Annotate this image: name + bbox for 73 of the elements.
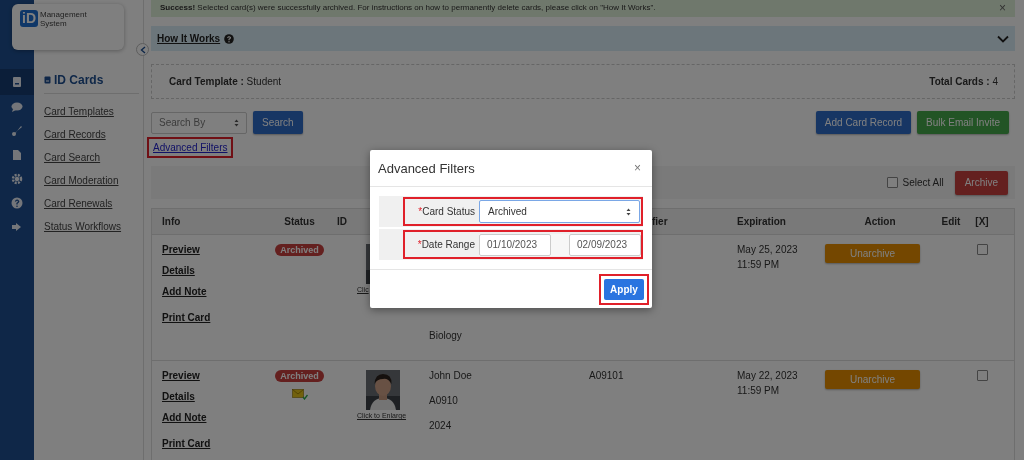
column-header: Status <box>283 216 316 227</box>
field-label: *Card Status <box>417 206 476 217</box>
select-all-checkbox[interactable] <box>886 177 898 188</box>
expiration-cell-text: 11:59 PM <box>737 385 781 396</box>
action-button[interactable]: Add Card Record <box>815 111 912 134</box>
expiration-cell-text: 11:59 PM <box>737 259 781 270</box>
nav-link[interactable]: Card Moderation <box>44 175 143 186</box>
column-header: [X] <box>974 216 990 227</box>
status-badge: Archived <box>275 244 324 256</box>
help-icon <box>11 197 23 209</box>
document-icon <box>11 149 23 161</box>
identifier-cell: A09101 <box>589 370 624 381</box>
card-detail: A0910 <box>429 395 459 406</box>
row-link[interactable]: Preview <box>162 244 262 255</box>
chevron-left-icon <box>139 45 146 54</box>
column-header: Edit <box>940 216 962 227</box>
chat-icon <box>11 101 23 113</box>
logo-mark: iD <box>20 10 38 27</box>
nav-link[interactable]: Card Templates <box>44 106 143 117</box>
card-status-select[interactable]: Archived <box>479 200 640 223</box>
status-badge: Archived <box>275 370 324 382</box>
logo-text: System <box>40 19 68 28</box>
close-button[interactable]: × <box>634 161 641 175</box>
collapse-button[interactable] <box>136 43 149 56</box>
expiration-cell-text: May 22, 2023 <box>737 370 799 381</box>
column-header: Action <box>863 216 897 227</box>
column-header: ID <box>337 216 348 227</box>
sort-arrows-icon <box>234 118 239 127</box>
action-button[interactable]: Bulk Email Invite <box>917 111 1009 134</box>
archive-button[interactable]: Archive <box>954 170 1008 195</box>
alert-message: Success! Selected card(s) were successfully archived. For instructions on how to permanently delete cards, please click on "How It Works". <box>160 3 657 12</box>
select-all-label: Select All <box>902 177 944 188</box>
row-link[interactable]: Print Card <box>162 438 262 449</box>
field-label: *Date Range <box>416 239 476 250</box>
card-detail: John Doe <box>429 370 473 381</box>
help-icon <box>224 33 235 44</box>
date-field[interactable]: 01/10/2023 <box>479 233 551 256</box>
card-detail: Biology <box>429 330 463 341</box>
row-link[interactable]: Details <box>162 265 262 276</box>
close-button[interactable]: × <box>999 0 1006 15</box>
settings-icon <box>11 173 23 185</box>
row-link[interactable]: Print Card <box>162 312 262 323</box>
template-label: Card Template : Student <box>169 76 282 87</box>
id-card-icon <box>44 76 51 84</box>
apply-button[interactable]: Apply <box>604 278 644 300</box>
advanced-filters-link[interactable]: Advanced Filters <box>147 136 234 158</box>
row-link[interactable]: Add Note <box>162 412 262 423</box>
row-link[interactable]: Add Note <box>162 286 262 297</box>
column-header: Expiration <box>737 216 787 227</box>
row-checkbox[interactable] <box>976 370 988 381</box>
row-checkbox[interactable] <box>976 244 988 255</box>
sign-out-icon <box>11 221 23 233</box>
nav-link[interactable]: Card Records <box>44 129 143 140</box>
nav-heading: ID Cards <box>54 73 104 87</box>
date-field[interactable]: 02/09/2023 <box>569 233 641 256</box>
how-it-works-link[interactable]: How It Works <box>157 33 221 44</box>
card-detail: 2024 <box>429 420 453 431</box>
dialog-title: Advanced Filters <box>378 160 475 176</box>
logo-text: Management <box>40 10 87 19</box>
column-header: fier <box>651 216 669 227</box>
nav-link[interactable]: Status Workflows <box>44 221 143 232</box>
expiration-cell-text: May 25, 2023 <box>737 244 799 255</box>
how-it-works-bar[interactable]: How It Works <box>151 26 1015 51</box>
search-button[interactable]: Search <box>253 111 303 134</box>
search-by-select[interactable]: Search By <box>151 111 247 134</box>
nav-link[interactable]: Card Search <box>44 152 143 163</box>
row-link[interactable]: Details <box>162 391 262 402</box>
id-card-icon <box>11 76 23 88</box>
column-header: Info <box>161 216 182 227</box>
nav-link[interactable]: Card Renewals <box>44 198 143 209</box>
sort-arrows-icon <box>626 207 631 216</box>
total-cards-label: Total Cards : 4 <box>929 76 998 87</box>
row-link[interactable]: Preview <box>162 370 262 381</box>
